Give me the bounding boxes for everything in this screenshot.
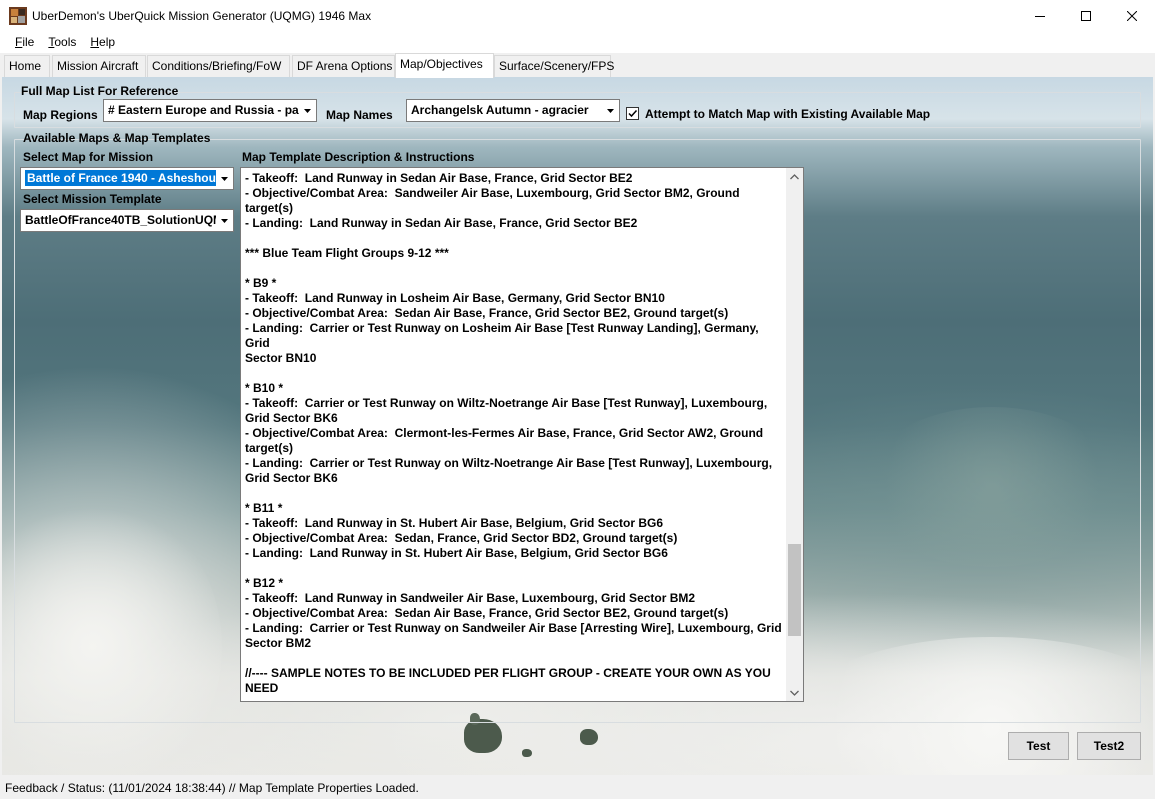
status-bar: Feedback / Status: (11/01/2024 18:38:44)…: [0, 775, 1155, 799]
description-line: * B12 *: [245, 576, 284, 590]
description-line: - Takeoff: Land Runway in Sandweiler Air…: [245, 591, 696, 605]
description-line: ----: [245, 696, 782, 701]
scenery-tree: [580, 729, 598, 745]
minimize-button[interactable]: [1017, 0, 1063, 31]
description-line: - Landing: Land Runway in Sedan Air Base…: [245, 216, 638, 230]
scenery-tree: [522, 749, 532, 757]
description-line: * B11 *: [245, 501, 283, 515]
menu-file[interactable]: File: [8, 35, 41, 49]
select-map-combo[interactable]: Battle of France 1940 - Asheshous: [20, 167, 234, 190]
description-line: - Objective/Combat Area: Sedan, France, …: [245, 531, 678, 545]
window-title: UberDemon's UberQuick Mission Generator …: [32, 8, 372, 23]
select-template-combo[interactable]: BattleOfFrance40TB_SolutionUQM: [20, 209, 234, 232]
scroll-up-arrow[interactable]: [786, 168, 803, 185]
description-line: * B10 *: [245, 381, 284, 395]
menu-help[interactable]: Help: [83, 35, 122, 49]
description-line: * B9 *: [245, 276, 277, 290]
map-regions-label: Map Regions: [23, 108, 98, 122]
map-regions-select[interactable]: # Eastern Europe and Russia - part: [103, 99, 317, 122]
select-map-label: Select Map for Mission: [23, 150, 154, 164]
tab-home[interactable]: Home: [4, 55, 50, 77]
description-line: [245, 486, 782, 501]
description-line: - Takeoff: Carrier or Test Runway on Wil…: [245, 396, 768, 410]
scenery-tree: [464, 719, 502, 753]
description-line: Sector BM2: [245, 636, 312, 650]
minimize-icon: [1035, 15, 1045, 17]
chevron-down-icon[interactable]: [216, 168, 233, 189]
maximize-button[interactable]: [1063, 0, 1109, 31]
description-line: //---- SAMPLE NOTES TO BE INCLUDED PER F…: [245, 666, 775, 695]
description-line: - Objective/Combat Area: Sedan Air Base,…: [245, 306, 729, 320]
description-line: - Takeoff: Land Runway in Sedan Air Base…: [245, 171, 633, 185]
select-template-value: BattleOfFrance40TB_SolutionUQM: [25, 213, 224, 227]
description-line: [245, 366, 782, 381]
tab-mission-aircraft[interactable]: Mission Aircraft: [52, 55, 146, 77]
tab-bar: Home Mission Aircraft Conditions/Briefin…: [0, 53, 1155, 78]
map-names-value: Archangelsk Autumn - agracier: [411, 103, 589, 117]
menu-file-label: File: [15, 35, 35, 49]
scroll-thumb[interactable]: [788, 544, 801, 636]
description-line: target(s): [245, 441, 294, 455]
description-label: Map Template Description & Instructions: [242, 150, 475, 164]
template-description-text: - Takeoff: Land Runway in Sedan Air Base…: [245, 171, 782, 701]
description-line: - Takeoff: Land Runway in Losheim Air Ba…: [245, 291, 665, 305]
map-names-label: Map Names: [326, 108, 393, 122]
menu-help-label: Help: [90, 35, 116, 49]
description-line: Grid Sector BK6: [245, 411, 338, 425]
close-icon: [1127, 10, 1137, 21]
chevron-down-icon[interactable]: [216, 210, 233, 231]
status-text: Feedback / Status: (11/01/2024 18:38:44)…: [5, 781, 419, 795]
map-names-select[interactable]: Archangelsk Autumn - agracier: [406, 99, 620, 122]
description-line: - Landing: Carrier or Test Runway on Wil…: [245, 456, 773, 470]
menu-tools-label: Tools: [48, 35, 77, 49]
chevron-up-icon: [790, 173, 799, 179]
select-map-value: Battle of France 1940 - Asheshous: [25, 170, 225, 186]
close-button[interactable]: [1109, 0, 1155, 31]
full-map-list-title: Full Map List For Reference: [21, 84, 179, 98]
description-line: - Landing: Carrier or Test Runway on Los…: [245, 321, 762, 350]
template-description-textarea[interactable]: - Takeoff: Land Runway in Sedan Air Base…: [240, 167, 804, 702]
chevron-down-icon: [790, 690, 799, 696]
scroll-down-arrow[interactable]: [786, 684, 803, 701]
match-map-checkbox[interactable]: [626, 107, 639, 120]
available-maps-title: Available Maps & Map Templates: [23, 131, 211, 145]
chevron-down-icon[interactable]: [602, 100, 619, 121]
description-line: [245, 261, 782, 276]
description-line: *** Blue Team Flight Groups 9-12 ***: [245, 246, 449, 260]
description-scrollbar[interactable]: [786, 168, 803, 701]
select-template-label: Select Mission Template: [23, 192, 162, 206]
uqmg-app-icon[interactable]: [9, 6, 27, 25]
description-line: [245, 651, 782, 666]
menu-bar: File Tools Help: [0, 31, 1155, 53]
title-bar: UberDemon's UberQuick Mission Generator …: [0, 0, 1155, 31]
tab-surface-scenery-fps[interactable]: Surface/Scenery/FPS: [494, 55, 614, 77]
test-button[interactable]: Test: [1008, 732, 1069, 760]
description-line: - Takeoff: Land Runway in St. Hubert Air…: [245, 516, 664, 530]
tab-df-arena-options[interactable]: DF Arena Options: [292, 55, 395, 77]
description-line: - Landing: Carrier or Test Runway on San…: [245, 621, 782, 635]
description-line: [245, 231, 782, 246]
description-line: - Objective/Combat Area: Clermont-les-Fe…: [245, 426, 764, 440]
maximize-icon: [1081, 10, 1091, 21]
menu-tools[interactable]: Tools: [41, 35, 83, 49]
match-map-label[interactable]: Attempt to Match Map with Existing Avail…: [645, 107, 930, 121]
description-line: - Landing: Land Runway in St. Hubert Air…: [245, 546, 668, 560]
tab-map-objectives[interactable]: Map/Objectives: [395, 53, 494, 78]
test2-button[interactable]: Test2: [1077, 732, 1141, 760]
description-line: [245, 561, 782, 576]
checkmark-icon: [628, 109, 638, 118]
map-regions-value: # Eastern Europe and Russia - part: [108, 103, 308, 117]
description-line: - Objective/Combat Area: Sedan Air Base,…: [245, 606, 729, 620]
chevron-down-icon[interactable]: [299, 100, 316, 121]
tab-conditions-briefing-fow[interactable]: Conditions/Briefing/FoW: [147, 55, 290, 77]
description-line: - Objective/Combat Area: Sandweiler Air …: [245, 186, 743, 215]
description-line: Sector BN10: [245, 351, 317, 365]
description-line: Grid Sector BK6: [245, 471, 338, 485]
